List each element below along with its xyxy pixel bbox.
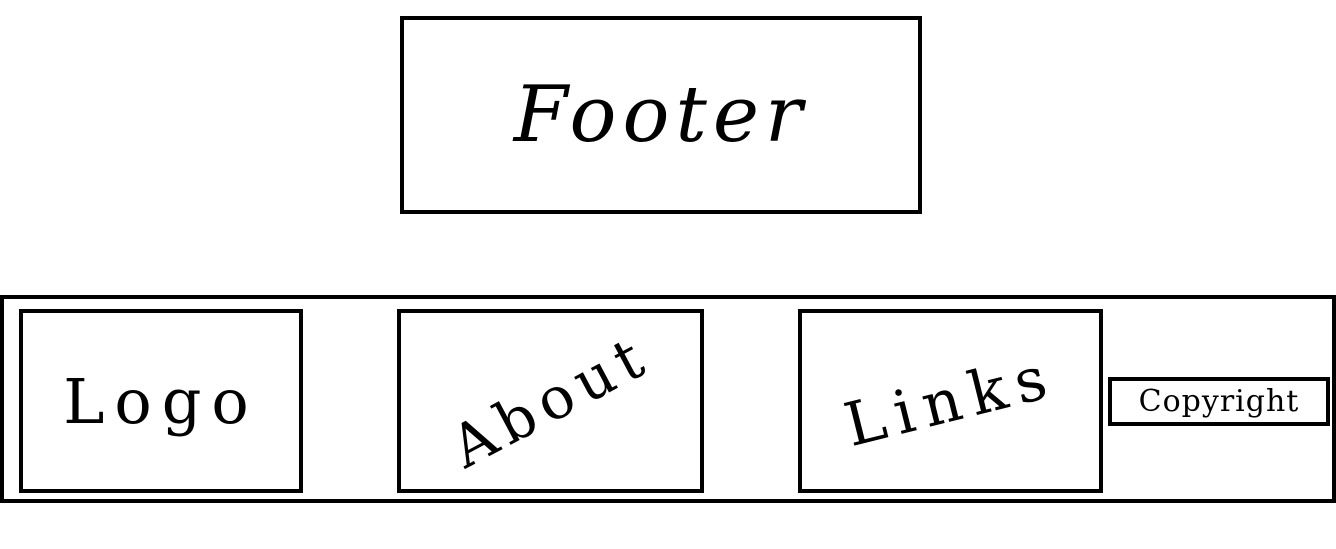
about-section: About [397, 309, 704, 493]
footer-title-label: Footer [513, 70, 809, 160]
copyright-section-label: Copyright [1138, 384, 1300, 419]
footer-title-box: Footer [400, 16, 922, 214]
copyright-section: Copyright [1108, 377, 1330, 426]
links-section-label: Links [837, 341, 1064, 461]
logo-section: Logo [19, 309, 303, 493]
links-section: Links [798, 309, 1103, 493]
logo-section-label: Logo [63, 364, 259, 438]
